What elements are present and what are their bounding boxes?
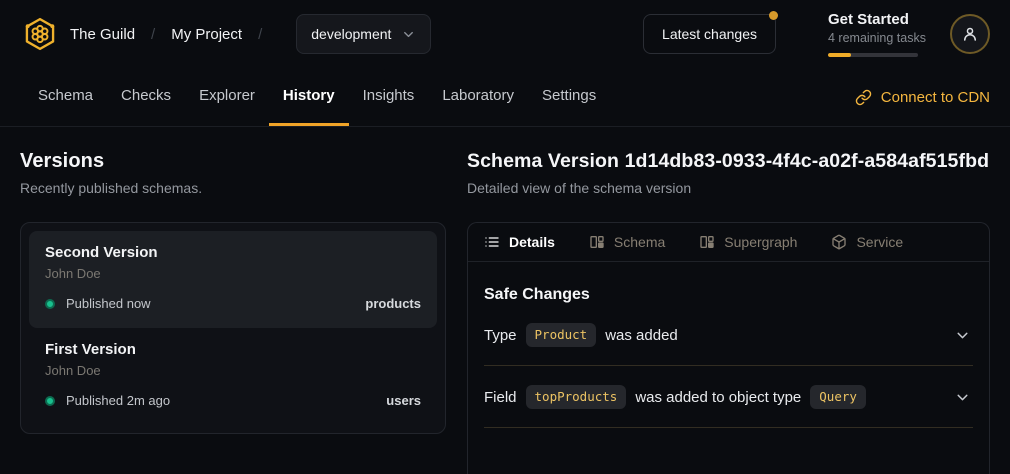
- nav-spacer: [610, 68, 855, 126]
- notification-dot: [769, 11, 778, 20]
- tab-insights[interactable]: Insights: [349, 68, 429, 126]
- published-status-dot: [45, 396, 55, 406]
- tab-laboratory[interactable]: Laboratory: [428, 68, 528, 126]
- change-text: Field: [484, 389, 517, 406]
- change-text: was added to object type: [635, 389, 801, 406]
- change-text: was added: [605, 327, 678, 344]
- get-started-progress-track: [828, 53, 918, 57]
- breadcrumb-separator: /: [151, 26, 155, 43]
- tab-history[interactable]: History: [269, 68, 349, 126]
- published-status-dot: [45, 299, 55, 309]
- tab-checks[interactable]: Checks: [107, 68, 185, 126]
- detail-body: Safe Changes Type Product was added: [468, 286, 989, 428]
- chevron-down-icon: [401, 27, 416, 42]
- detail-tab-service[interactable]: Service: [831, 234, 903, 250]
- version-name: First Version: [45, 341, 421, 358]
- connect-to-cdn-link[interactable]: Connect to CDN: [855, 68, 990, 126]
- version-author: John Doe: [45, 363, 421, 378]
- service-name: users: [386, 393, 421, 408]
- change-text: Type: [484, 327, 517, 344]
- versions-subtitle: Recently published schemas.: [20, 180, 446, 196]
- published-time: Published 2m ago: [66, 393, 170, 408]
- version-detail-title: Schema Version 1d14db83-0933-4f4c-a02f-a…: [467, 150, 990, 173]
- published-time: Published now: [66, 296, 151, 311]
- service-name: products: [365, 296, 421, 311]
- main-nav: Schema Checks Explorer History Insights …: [0, 68, 1010, 127]
- breadcrumb-separator: /: [258, 26, 262, 43]
- list-icon: [484, 234, 500, 250]
- version-name: Second Version: [45, 244, 421, 261]
- version-author: John Doe: [45, 266, 421, 281]
- latest-changes-button[interactable]: Latest changes: [643, 14, 776, 54]
- breadcrumb-org[interactable]: The Guild: [70, 26, 135, 43]
- main-content: Versions Recently published schemas. Sec…: [0, 127, 1010, 474]
- version-detail-panel: Details Schema Sup: [467, 222, 990, 474]
- get-started-subtitle: 4 remaining tasks: [828, 31, 924, 45]
- change-row: Type Product was added: [484, 304, 973, 366]
- connect-to-cdn-label: Connect to CDN: [881, 89, 990, 106]
- tab-settings[interactable]: Settings: [528, 68, 610, 126]
- guild-honeycomb-logo-icon[interactable]: [24, 17, 56, 51]
- versions-title: Versions: [20, 150, 446, 173]
- columns-icon: [699, 234, 715, 250]
- chevron-down-icon: [954, 389, 971, 406]
- tab-schema[interactable]: Schema: [24, 68, 107, 126]
- code-chip: Query: [810, 385, 866, 409]
- version-list-item[interactable]: Second Version John Doe Published now pr…: [29, 231, 437, 328]
- columns-icon: [589, 234, 605, 250]
- cube-icon: [831, 234, 847, 250]
- version-detail-subtitle: Detailed view of the schema version: [467, 180, 990, 196]
- target-selector[interactable]: development: [296, 14, 431, 54]
- detail-tab-details[interactable]: Details: [484, 234, 555, 250]
- code-chip: Product: [526, 323, 597, 347]
- expand-change-button[interactable]: [952, 387, 973, 408]
- tab-explorer[interactable]: Explorer: [185, 68, 269, 126]
- get-started-progress-fill: [828, 53, 851, 57]
- version-list-item[interactable]: First Version John Doe Published 2m ago …: [29, 328, 437, 425]
- safe-changes-heading: Safe Changes: [484, 286, 973, 304]
- person-icon: [961, 25, 979, 43]
- user-avatar[interactable]: [950, 14, 990, 54]
- get-started-widget[interactable]: Get Started 4 remaining tasks: [828, 11, 924, 57]
- version-detail-column: Schema Version 1d14db83-0933-4f4c-a02f-a…: [467, 127, 990, 474]
- get-started-title: Get Started: [828, 11, 924, 28]
- detail-tab-supergraph[interactable]: Supergraph: [699, 234, 797, 250]
- chevron-down-icon: [954, 327, 971, 344]
- versions-list: Second Version John Doe Published now pr…: [20, 222, 446, 434]
- expand-change-button[interactable]: [952, 325, 973, 346]
- code-chip: topProducts: [526, 385, 627, 409]
- app-header: The Guild / My Project / development Lat…: [0, 0, 1010, 68]
- link-chain-icon: [855, 89, 872, 106]
- change-row: Field topProducts was added to object ty…: [484, 366, 973, 428]
- target-selector-value: development: [311, 26, 391, 42]
- breadcrumb-project[interactable]: My Project: [171, 26, 242, 43]
- detail-tab-bar: Details Schema Sup: [468, 223, 989, 262]
- detail-tab-schema[interactable]: Schema: [589, 234, 665, 250]
- versions-column: Versions Recently published schemas. Sec…: [20, 127, 446, 474]
